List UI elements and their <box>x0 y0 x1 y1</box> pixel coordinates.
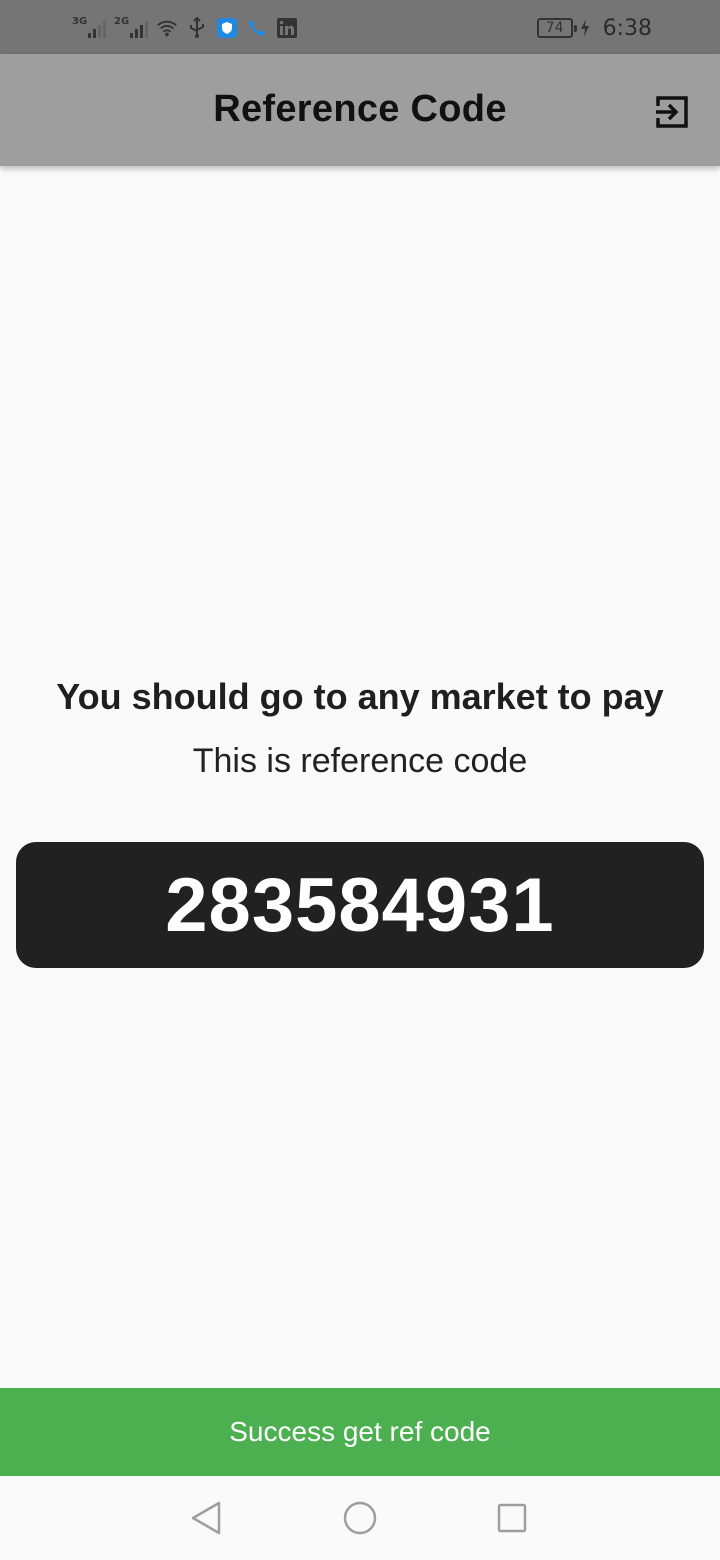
status-bar: 3G 2G 74 6:38 <box>0 0 720 54</box>
reference-code-label: This is reference code <box>192 742 528 780</box>
exit-button[interactable] <box>648 88 696 136</box>
success-snackbar: Success get ref code <box>0 1388 720 1476</box>
recents-icon <box>497 1503 527 1533</box>
nav-back-button[interactable] <box>184 1496 228 1540</box>
wifi-icon <box>156 17 178 39</box>
payment-instruction: You should go to any market to pay <box>56 676 664 717</box>
network-type-1: 3G <box>72 16 88 27</box>
usb-icon <box>186 17 208 39</box>
status-bar-right: 74 6:38 <box>536 14 652 42</box>
nav-recents-button[interactable] <box>490 1496 534 1540</box>
back-icon <box>191 1501 221 1535</box>
page-title: Reference Code <box>213 88 507 130</box>
signal-3g-icon: 3G <box>72 16 106 40</box>
app-bar: Reference Code <box>0 54 720 166</box>
battery-level: 74 <box>545 20 564 36</box>
system-nav-bar <box>0 1476 720 1560</box>
clock: 6:38 <box>602 15 652 41</box>
nav-home-button[interactable] <box>338 1496 382 1540</box>
shield-app-icon <box>216 17 238 39</box>
home-icon <box>343 1501 377 1535</box>
charging-icon <box>579 17 591 39</box>
phone-app-icon <box>246 17 268 39</box>
reference-code-card: 283584931 <box>16 842 704 968</box>
linkedin-icon <box>276 17 298 39</box>
status-bar-left: 3G 2G <box>72 14 298 42</box>
battery-icon: 74 <box>536 18 577 38</box>
snackbar-message: Success get ref code <box>229 1416 491 1447</box>
signal-2g-icon: 2G <box>114 16 148 40</box>
exit-to-app-icon <box>656 96 688 128</box>
reference-code-value: 283584931 <box>165 862 555 948</box>
network-type-2: 2G <box>114 16 130 27</box>
